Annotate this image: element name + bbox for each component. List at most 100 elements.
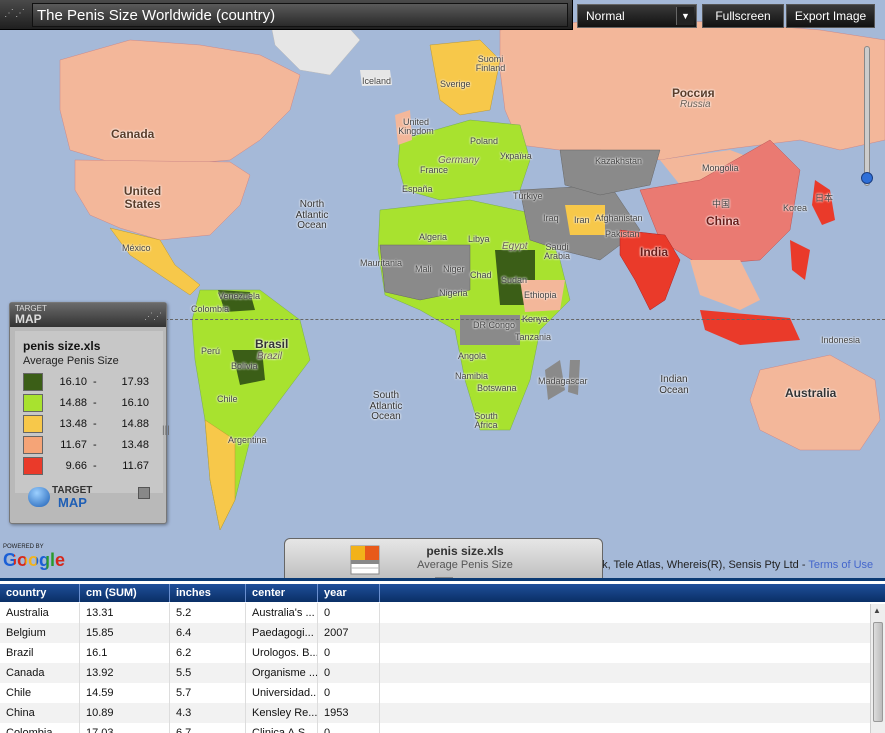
table-cell: Clinica A.S... <box>246 723 318 733</box>
label-indian-ocean: Indian Ocean <box>659 374 689 396</box>
label-turkey: Türkiye <box>513 191 543 201</box>
table-cell: 0 <box>318 643 380 663</box>
zoom-slider-handle[interactable] <box>861 172 873 184</box>
column-header[interactable]: country <box>0 584 80 602</box>
label-dr-congo: DR Congo <box>473 320 516 330</box>
scrollbar-thumb[interactable] <box>873 622 883 722</box>
legend-range-high: 11.67 <box>122 460 149 472</box>
label-argentina: Argentina <box>228 435 267 445</box>
label-kazakhstan: Kazakhstan <box>595 156 643 166</box>
legend-range-high: 14.88 <box>121 418 149 430</box>
table-cell: 6.7 <box>170 723 246 733</box>
table-cell: Colombia <box>0 723 80 733</box>
label-mexico: México <box>122 243 151 253</box>
table-cell: Urologos. B... <box>246 643 318 663</box>
label-libya: Libya <box>468 234 490 244</box>
dataset-tab[interactable]: penis size.xls Average Penis Size <box>284 538 603 582</box>
label-mongolia: Mongolia <box>702 163 739 173</box>
label-iceland: Iceland <box>362 76 392 86</box>
table-cell: 0 <box>318 663 380 683</box>
label-niger: Niger <box>443 264 465 274</box>
table-cell: Australia's ... <box>246 603 318 623</box>
label-poland: Poland <box>470 136 499 146</box>
legend-header[interactable]: TARGET MAP ⋰⋰ <box>10 303 166 327</box>
table-row[interactable]: China 10.89 4.3 Kensley Re... 1953 <box>0 703 870 723</box>
legend-settings-icon[interactable] <box>138 487 150 499</box>
label-china: China <box>706 214 740 228</box>
map-title: The Penis Size Worldwide (country) <box>32 3 568 27</box>
label-venezuela: Venezuela <box>218 291 261 301</box>
table-row[interactable]: Chile 14.59 5.7 Universidad... 0 <box>0 683 870 703</box>
label-botswana: Botswana <box>477 383 517 393</box>
legend-range-dash: - <box>93 376 97 388</box>
export-image-button[interactable]: Export Image <box>786 4 875 28</box>
label-namibia: Namibia <box>455 371 489 381</box>
table-cell: 0 <box>318 683 380 703</box>
label-china-cn: 中国 <box>712 199 731 209</box>
fullscreen-button[interactable]: Fullscreen <box>702 4 784 28</box>
legend-range-dash: - <box>93 418 97 430</box>
table-scrollbar[interactable]: ▲ <box>870 604 885 733</box>
label-egypt: Egypt <box>502 241 528 252</box>
table-row[interactable]: Belgium 15.85 6.4 Paedagogi... 2007 <box>0 623 870 643</box>
legend-range-dash: - <box>93 439 97 451</box>
legend-range-low: 16.10 <box>59 376 87 388</box>
legend-range-low: 11.67 <box>60 439 87 451</box>
legend-range-row[interactable]: 13.48- 14.88 <box>23 415 163 433</box>
table-cell: China <box>0 703 80 723</box>
label-finland: Suomi Finland <box>475 54 506 74</box>
data-table[interactable]: country cm (SUM) inches center year Australi… <box>0 578 885 733</box>
table-row[interactable]: Canada 13.92 5.5 Organisme ... 0 <box>0 663 870 683</box>
table-row[interactable]: Colombia 17.03 6.7 Clinica A.S... 0 <box>0 723 870 733</box>
column-header[interactable]: cm (SUM) <box>80 584 170 602</box>
label-france: France <box>420 165 449 175</box>
legend-body: penis size.xls Average Penis Size 16.10-… <box>15 331 170 493</box>
table-cell: Canada <box>0 663 80 683</box>
table-cell: 15.85 <box>80 623 170 643</box>
label-ukraine: Україна <box>500 151 532 161</box>
column-header[interactable]: center <box>246 584 318 602</box>
label-us: United States <box>123 184 162 211</box>
chevron-down-icon[interactable]: ▼ <box>676 7 694 25</box>
drag-grip-icon[interactable]: ⋰⋰ <box>4 8 25 24</box>
table-cell: Brazil <box>0 643 80 663</box>
legend-range-row[interactable]: 11.67- 13.48 <box>23 436 163 454</box>
zoom-slider[interactable] <box>864 46 870 186</box>
label-sudan: Sudan <box>501 275 528 285</box>
table-cell: 13.31 <box>80 603 170 623</box>
table-row[interactable]: Australia 13.31 5.2 Australia's ... 0 <box>0 603 870 623</box>
legend-range-row[interactable]: 9.66- 11.67 <box>23 457 163 475</box>
legend-swatch <box>23 457 43 475</box>
scroll-up-icon[interactable]: ▲ <box>873 606 881 615</box>
table-row[interactable]: Brazil 16.1 6.2 Urologos. B... 0 <box>0 643 870 663</box>
legend-file-name: penis size.xls <box>23 339 101 353</box>
legend-resize-icon[interactable]: ||| <box>162 425 170 436</box>
label-north-atlantic: North Atlantic Ocean <box>295 199 329 231</box>
legend-swatch <box>23 394 43 412</box>
legend-panel[interactable]: TARGET MAP ⋰⋰ penis size.xls Average Pen… <box>9 302 170 524</box>
legend-range-row[interactable]: 14.88- 16.10 <box>23 394 163 412</box>
equator-line <box>165 319 885 320</box>
column-header[interactable]: year <box>318 584 380 602</box>
terms-of-use-link[interactable]: Terms of Use <box>808 559 873 571</box>
table-cell: 1953 <box>318 703 380 723</box>
map-attribution: nk, Tele Atlas, Whereis(R), Sensis Pty L… <box>596 559 873 571</box>
table-cell: 5.7 <box>170 683 246 703</box>
table-cell: 2007 <box>318 623 380 643</box>
label-south-atlantic: South Atlantic Ocean <box>369 390 403 422</box>
attribution-text: nk, Tele Atlas, Whereis(R), Sensis Pty L… <box>596 559 809 571</box>
label-uk: United Kingdom <box>398 117 434 137</box>
legend-range-high: 13.48 <box>121 439 149 451</box>
legend-range-row[interactable]: 16.10- 17.93 <box>23 373 163 391</box>
label-mauritania: Mauritania <box>360 258 403 268</box>
title-bar: ⋰⋰ The Penis Size Worldwide (country) <box>0 0 573 30</box>
label-brazil-en: Brazil <box>257 351 283 362</box>
label-saudi: Saudi Arabia <box>543 242 570 262</box>
legend-grip-icon[interactable]: ⋰⋰ <box>144 311 162 322</box>
label-south-africa: South Africa <box>474 411 498 431</box>
table-cell: 0 <box>318 723 380 733</box>
column-header[interactable]: inches <box>170 584 246 602</box>
view-mode-select[interactable]: Normal ▼ <box>577 4 697 28</box>
dataset-name: penis size.xls <box>426 544 504 558</box>
label-canada: Canada <box>111 127 155 141</box>
